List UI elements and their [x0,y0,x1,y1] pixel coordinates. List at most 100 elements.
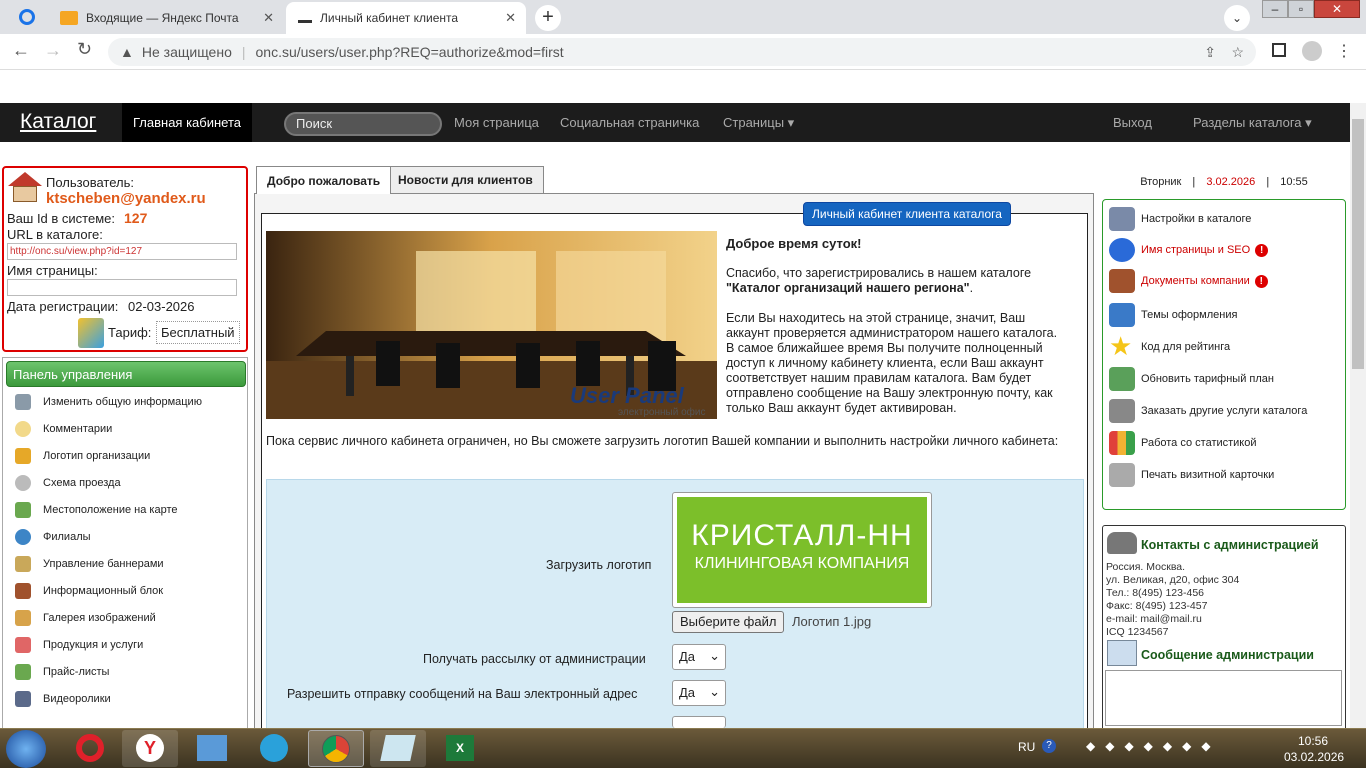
menu-catalog-settings[interactable]: Настройки в каталоге [1109,205,1251,233]
tab-yandex-mail[interactable]: Входящие — Яндекс Почта ✕ [48,2,284,34]
forward-button[interactable]: → [44,40,62,61]
tab-welcome[interactable]: Добро пожаловать [256,166,392,194]
nav-pages[interactable]: Страницы ▾ [723,115,794,131]
maximize-button[interactable]: ▫ [1288,0,1314,18]
catalog-name: "Каталог организаций нашего региона" [726,281,970,295]
tray-icons[interactable]: ◆◆◆◆◆◆◆ [1086,739,1246,755]
panel-item-prices[interactable]: Прайс-листы [15,662,109,682]
panel-item-infoblock[interactable]: Информационный блок [15,581,163,601]
nav-social[interactable]: Социальная страничка [560,115,699,130]
menu-tariff[interactable]: Обновить тарифный план [1109,365,1274,393]
clock-time: 10:56 [1298,734,1329,748]
nav-sections[interactable]: Разделы каталога ▾ [1193,115,1312,131]
page-name-field[interactable] [7,279,237,296]
nav-my-page[interactable]: Моя страница [454,115,539,130]
file-name: Логотип 1.jpg [792,614,872,629]
yandex-browser-icon[interactable]: Y [122,730,178,767]
nav-pages-label: Страницы [723,115,785,130]
crown-icon [15,448,31,464]
address-toolbar: ← → ↻ ▲ Не защищено | onc.su/users/user.… [0,34,1366,70]
help-icon[interactable]: ? [1042,739,1056,753]
panel-item-label: Прайс-листы [43,666,110,678]
printer-icon [1109,463,1135,487]
excel-icon[interactable]: X [432,730,488,767]
menu-documents[interactable]: Документы компании! [1109,267,1268,295]
profile-avatar[interactable] [1302,41,1322,61]
tab-news[interactable]: Новости для клиентов [387,166,544,193]
notes-icon[interactable] [370,730,426,767]
panel-item-info[interactable]: Изменить общую информацию [15,392,202,412]
menu-label: Документы компании [1141,275,1250,287]
catalog-url-field[interactable]: http://onc.su/view.php?id=127 [7,243,237,260]
search-input[interactable]: Поиск [284,112,442,136]
caret-down-icon: ▾ [1305,115,1312,130]
panel-item-products[interactable]: Продукция и услуги [15,635,143,655]
panel-item-route[interactable]: Схема проезда [15,473,121,493]
share-icon[interactable]: ⇪ [1204,44,1216,61]
settings-menu: Настройки в каталоге Имя страницы и SEO!… [1102,199,1346,510]
menu-print-card[interactable]: Печать визитной карточки [1109,461,1274,489]
mailing-select[interactable]: Да ⌄ [672,644,726,670]
panel-item-map[interactable]: Местоположение на карте [15,500,178,520]
nav-home[interactable]: Главная кабинета [122,103,252,142]
menu-order-services[interactable]: Заказать другие услуги каталога [1109,397,1307,425]
edit-icon [15,394,31,410]
page-icon [298,13,312,23]
url-text: onc.su/users/user.php?REQ=authorize&mod=… [255,44,564,60]
menu-statistics[interactable]: Работа со статистикой [1109,429,1257,457]
bookmark-star-icon[interactable]: ☆ [1231,44,1244,61]
close-icon[interactable]: ✕ [263,10,274,26]
panel-item-gallery[interactable]: Галерея изображений [15,608,156,628]
panel-item-banners[interactable]: Управление баннерами [15,554,164,574]
menu-label: Имя страницы и SEO [1141,244,1251,256]
panel-item-logo[interactable]: Логотип организации [15,446,150,466]
panel-item-branches[interactable]: Филиалы [15,527,91,547]
choose-file-button[interactable]: Выберите файл [672,611,785,633]
minimize-button[interactable]: – [1262,0,1288,18]
start-button[interactable] [6,730,46,768]
panel-item-comments[interactable]: Комментарии [15,419,112,439]
page-scrollbar[interactable] [1350,103,1366,728]
date: 3.02.2026 [1206,176,1256,188]
menu-icon[interactable]: ⋮ [1336,41,1352,61]
menu-themes[interactable]: Темы оформления [1109,301,1237,329]
windows-taskbar: Y X RU ? ◆◆◆◆◆◆◆ 10:56 03.02.2026 [0,728,1366,768]
limited-text: Пока сервис личного кабинета ограничен, … [266,434,1059,448]
allow-messages-select[interactable]: Да ⌄ [672,680,726,706]
telegram-icon[interactable] [246,730,302,767]
reload-button[interactable]: ↻ [77,39,92,60]
partial-select[interactable] [672,716,726,728]
message-textarea[interactable] [1105,670,1342,726]
chrome-icon[interactable] [308,730,364,767]
opera-icon[interactable] [62,730,118,767]
panel-item-label: Управление баннерами [43,558,164,570]
user-label: Пользователь: [46,175,134,190]
star-icon: ★ [1109,331,1133,361]
sidepanel-icon[interactable] [1272,43,1286,57]
panel-item-videos[interactable]: Видеоролики [15,689,111,709]
contact-line: ICQ 1234567 [1106,626,1169,638]
settings-icon[interactable] [19,9,35,25]
menu-label: Темы оформления [1141,309,1238,321]
address-bar[interactable]: ▲ Не защищено | onc.su/users/user.php?RE… [108,38,1256,66]
panel-item-label: Комментарии [43,423,113,435]
brand-link[interactable]: Каталог [20,110,96,134]
chevron-down-icon: ⌄ [709,684,720,699]
language-indicator[interactable]: RU [1018,740,1035,754]
mailing-value: Да [679,649,696,664]
menu-page-seo[interactable]: Имя страницы и SEO! [1109,236,1269,264]
close-icon[interactable]: ✕ [505,10,516,26]
tab-title: Входящие — Яндекс Почта [86,11,239,25]
tab-client-cabinet[interactable]: Личный кабинет клиента ✕ [286,2,526,34]
back-button[interactable]: ← [12,40,30,61]
scrollbar-thumb[interactable] [1352,119,1364,369]
seo-icon [1109,238,1135,262]
menu-rating-code[interactable]: ★ Код для рейтинга [1109,333,1230,361]
user-id: 127 [124,210,148,226]
new-tab-button[interactable]: + [535,5,561,31]
control-panel-icon[interactable] [184,730,240,767]
contact-line: Тел.: 8(495) 123-456 [1106,587,1204,599]
close-window-button[interactable]: ✕ [1314,0,1360,18]
tab-search-button[interactable]: ⌄ [1224,5,1250,31]
nav-exit[interactable]: Выход [1113,115,1152,130]
